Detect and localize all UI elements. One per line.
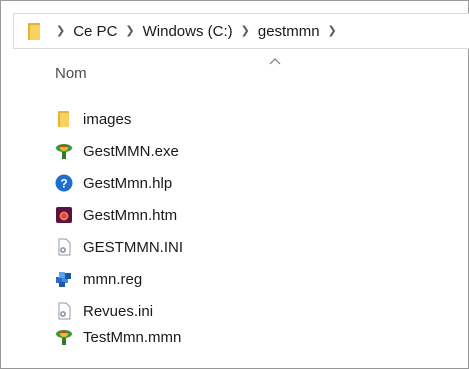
list-item[interactable]: Revues.ini (55, 299, 435, 323)
config-file-icon (55, 238, 73, 256)
list-item[interactable]: mmn.reg (55, 267, 435, 291)
svg-text:?: ? (60, 177, 67, 191)
file-name: Revues.ini (83, 302, 154, 320)
file-name: mmn.reg (83, 270, 143, 288)
list-item[interactable]: GestMmn.htm (55, 203, 435, 227)
mmn-file-icon (55, 328, 73, 346)
list-item[interactable]: GESTMMN.INI (55, 235, 435, 259)
file-name: GestMMN.exe (83, 142, 179, 160)
file-name: images (83, 110, 132, 128)
app-exe-icon (55, 142, 73, 160)
file-list: images GestMMN.exe ? GestMmn.hlp GestMmn… (1, 1, 469, 370)
config-file-icon (55, 302, 73, 320)
registry-file-icon (55, 270, 73, 288)
list-item[interactable]: TestMmn.mmn (55, 325, 435, 349)
list-item[interactable]: images (55, 107, 435, 131)
list-item[interactable]: GestMMN.exe (55, 139, 435, 163)
file-name: GestMmn.htm (83, 206, 178, 224)
list-item[interactable]: ? GestMmn.hlp (55, 171, 435, 195)
help-file-icon: ? (55, 174, 73, 192)
explorer-window: ❯ Ce PC ❯ Windows (C:) ❯ gestmmn ❯ Nom i… (0, 0, 469, 369)
html-file-icon (55, 206, 73, 224)
file-name: TestMmn.mmn (83, 328, 182, 346)
file-name: GestMmn.hlp (83, 174, 173, 192)
file-name: GESTMMN.INI (83, 238, 183, 256)
folder-icon (55, 110, 73, 128)
